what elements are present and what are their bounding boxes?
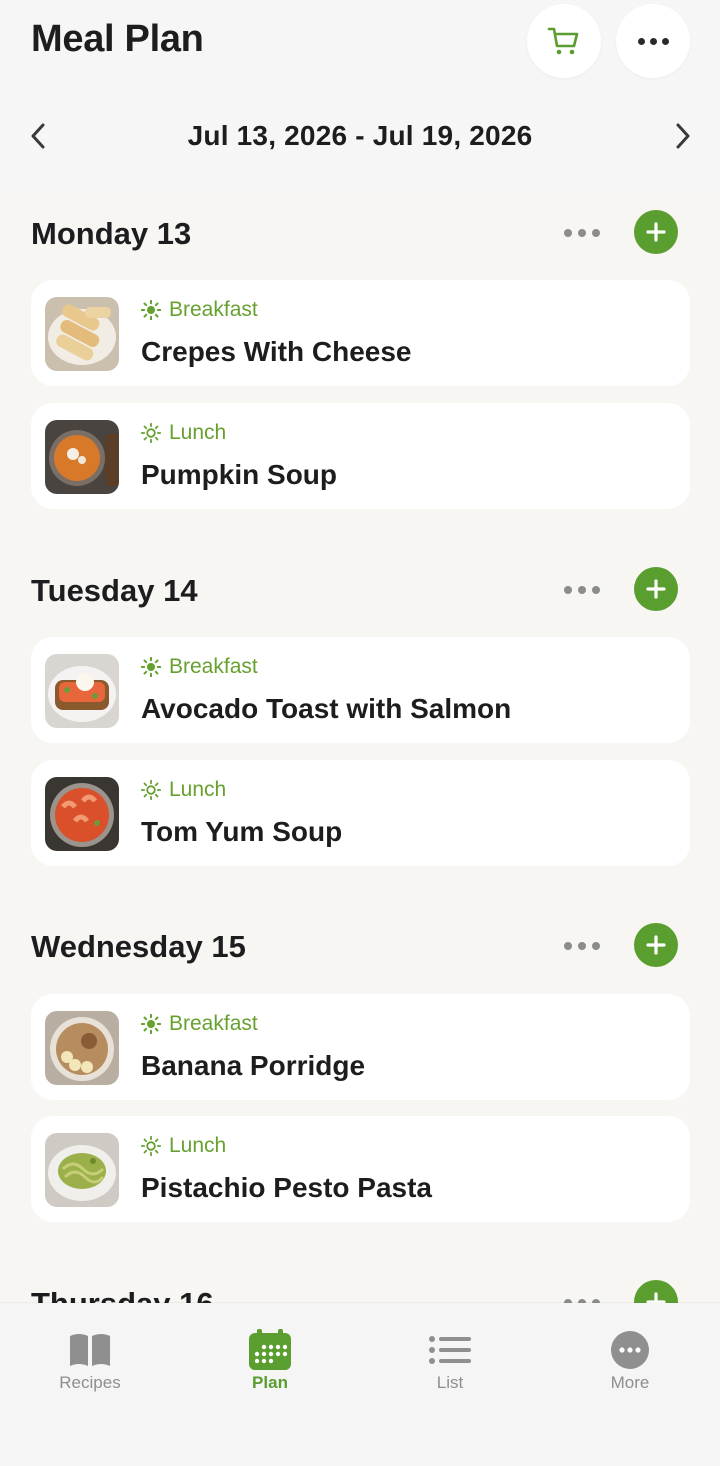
sun-icon [141,1014,161,1034]
more-options-button[interactable] [616,4,690,78]
meal-type-label: Lunch [169,421,227,444]
meal-card[interactable]: Lunch Pistachio Pesto Pasta [31,1116,690,1222]
chevron-right-icon [676,123,690,149]
cart-icon [547,27,579,55]
day-header: Tuesday 14 [0,567,720,611]
meal-card[interactable]: Breakfast Crepes With Cheese [31,280,690,386]
day-options-button[interactable] [564,942,600,950]
list-icon [429,1336,471,1364]
day-options-button[interactable] [564,586,600,594]
tab-label: List [436,1373,464,1392]
add-meal-button[interactable] [634,210,678,254]
plus-icon [646,935,666,955]
sun-icon [141,657,161,677]
meal-photo [45,297,119,371]
meal-type-label: Breakfast [169,1012,258,1035]
week-range: Jul 13, 2026 - Jul 19, 2026 [187,120,533,151]
day-header: Monday 13 [0,210,720,254]
tab-bar: Recipes Plan List More [0,1303,720,1466]
meal-type: Breakfast [141,1012,258,1036]
calendar-icon [249,1329,291,1370]
page-title: Meal Plan [31,18,204,60]
meal-type: Lunch [141,421,226,445]
meal-type: Lunch [141,1134,226,1158]
meal-photo [45,420,119,494]
day-title: Monday 13 [31,216,192,251]
sun-outline-icon [141,423,161,443]
plus-icon [646,579,666,599]
day-options-button[interactable] [564,229,600,237]
day-title: Tuesday 14 [31,573,198,608]
add-meal-button[interactable] [634,923,678,967]
meal-type-label: Lunch [169,1134,227,1157]
tab-more[interactable]: More [570,1329,690,1393]
more-dots-icon [637,37,669,45]
meal-name: Pistachio Pesto Pasta [141,1172,433,1203]
meal-type-label: Breakfast [169,298,258,321]
tab-label: Plan [252,1373,288,1392]
tab-list[interactable]: List [390,1329,510,1393]
meal-card[interactable]: Breakfast Banana Porridge [31,994,690,1100]
meal-type: Lunch [141,778,226,802]
meal-name: Tom Yum Soup [141,816,343,847]
meal-card[interactable]: Breakfast Avocado Toast with Salmon [31,637,690,743]
meal-name: Pumpkin Soup [141,459,337,490]
top-bar: Meal Plan Jul 13, 2026 - Jul 19, 2026 [0,0,720,190]
sun-outline-icon [141,780,161,800]
plus-icon [646,222,666,242]
meal-name: Crepes With Cheese [141,336,412,367]
meal-photo [45,1011,119,1085]
sun-outline-icon [141,1136,161,1156]
meal-card[interactable]: Lunch Tom Yum Soup [31,760,690,866]
meal-type-label: Breakfast [169,655,258,678]
tab-recipes[interactable]: Recipes [30,1329,150,1393]
meal-photo [45,1133,119,1207]
meal-type: Breakfast [141,298,258,322]
meal-card[interactable]: Lunch Pumpkin Soup [31,403,690,509]
tab-label: Recipes [59,1373,121,1392]
day-header: Wednesday 15 [0,923,720,967]
next-week-button[interactable] [665,118,701,154]
sun-icon [141,300,161,320]
meal-photo [45,777,119,851]
cart-button[interactable] [527,4,601,78]
day-title: Wednesday 15 [31,929,246,964]
tab-label: More [610,1373,650,1392]
meal-type: Breakfast [141,655,258,679]
meal-name: Banana Porridge [141,1050,366,1081]
more-circle-icon [611,1331,649,1369]
book-icon [70,1334,110,1366]
tab-plan[interactable]: Plan [210,1329,330,1393]
add-meal-button[interactable] [634,567,678,611]
meal-type-label: Lunch [169,778,227,801]
meal-photo [45,654,119,728]
meal-name: Avocado Toast with Salmon [141,693,512,724]
